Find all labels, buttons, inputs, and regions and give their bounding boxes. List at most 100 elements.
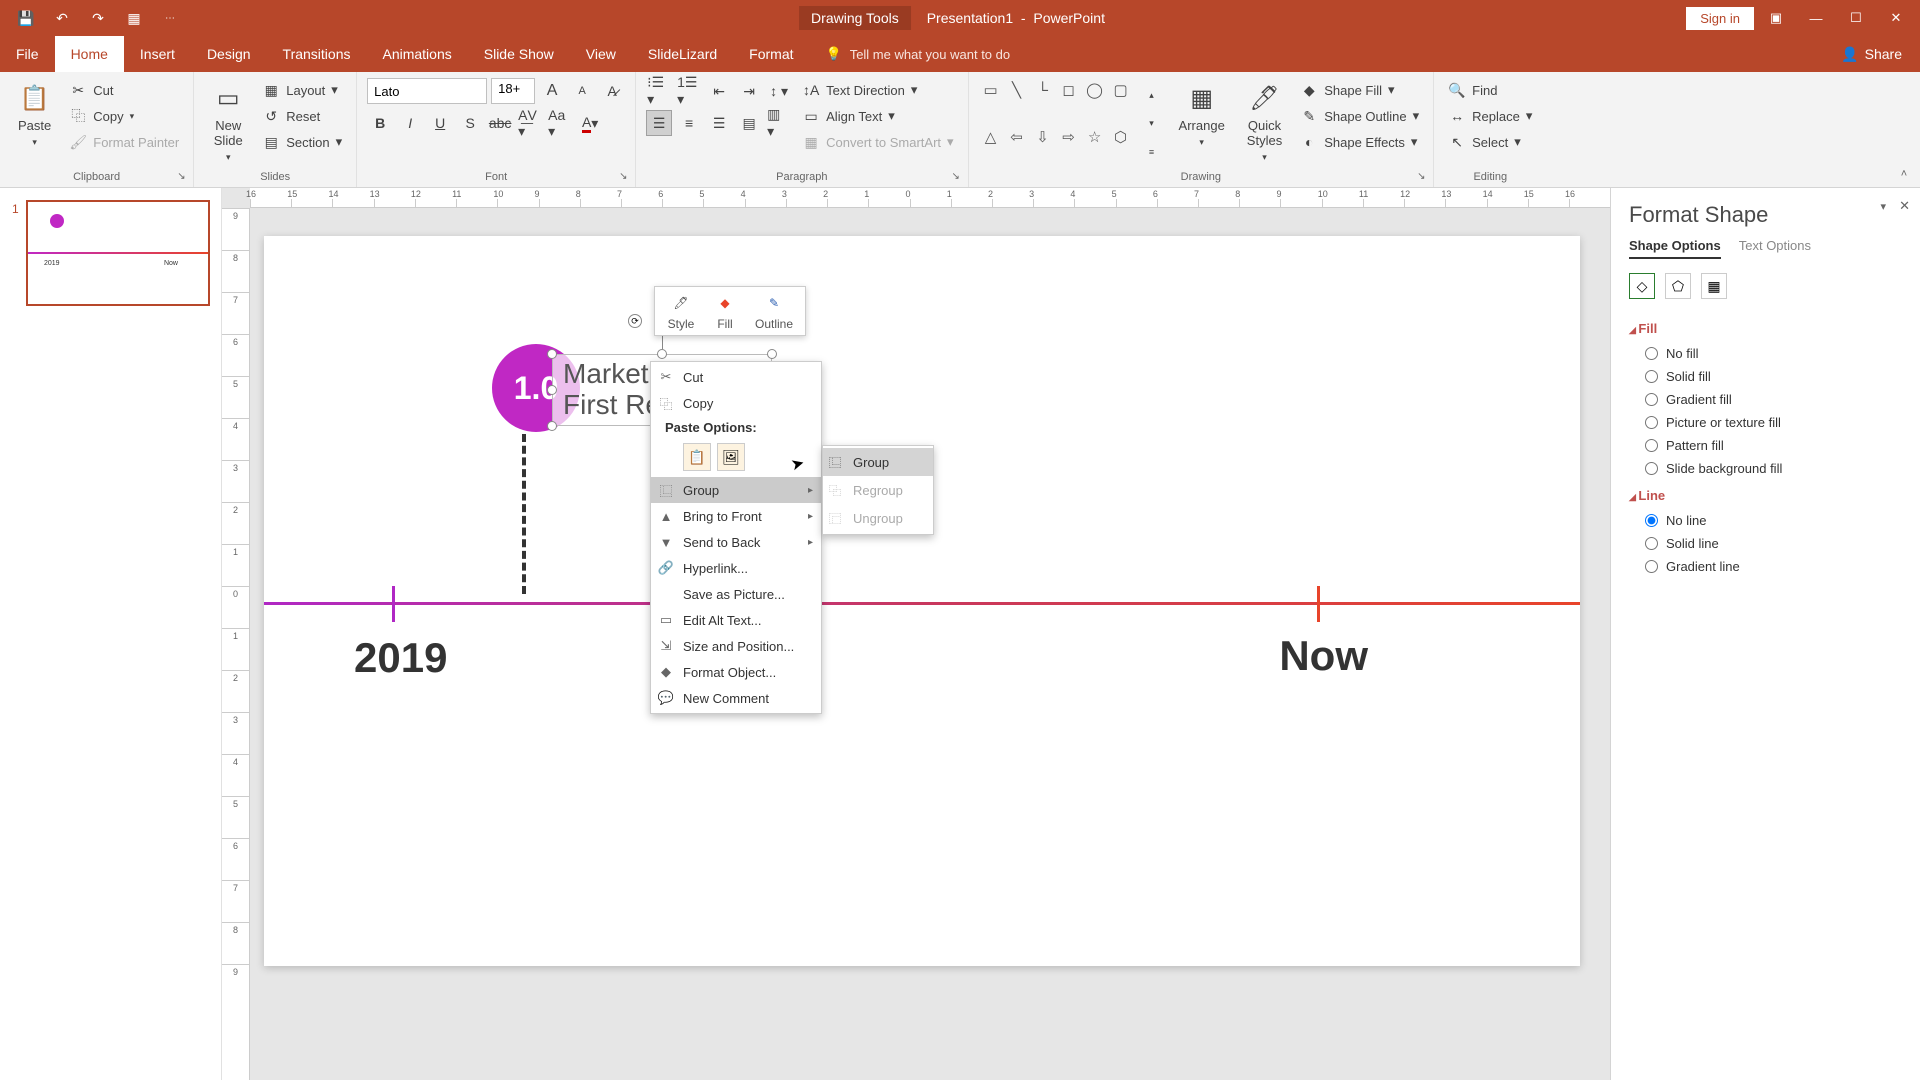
undo-icon[interactable]: ↶ [48, 4, 76, 32]
resize-handle-w[interactable] [547, 385, 557, 395]
shape-square-icon[interactable]: ◻ [1057, 78, 1081, 102]
opt-no-fill[interactable]: No fill [1629, 342, 1902, 365]
char-spacing-button[interactable]: A͟V ▾ [517, 110, 543, 136]
shape-arrow-right-icon[interactable]: ⇨ [1057, 125, 1081, 149]
save-icon[interactable]: 💾 [12, 4, 40, 32]
dialog-launcher-icon[interactable]: ↘ [1417, 171, 1431, 185]
opt-gradient-fill[interactable]: Gradient fill [1629, 388, 1902, 411]
pane-fill-line-icon[interactable]: ◇ [1629, 273, 1655, 299]
collapse-ribbon-icon[interactable]: ˄ [1892, 168, 1916, 182]
opt-no-line[interactable]: No line [1629, 509, 1902, 532]
tab-design[interactable]: Design [191, 36, 267, 72]
shape-hex-icon[interactable]: ⬡ [1109, 125, 1133, 149]
shape-star-icon[interactable]: ☆ [1083, 125, 1107, 149]
tab-view[interactable]: View [570, 36, 632, 72]
paste-option-picture[interactable]: 🖼 [717, 443, 745, 471]
opt-solid-line[interactable]: Solid line [1629, 532, 1902, 555]
pane-size-icon[interactable]: ▦ [1701, 273, 1727, 299]
shape-fill-button[interactable]: ◆Shape Fill ▾ [1296, 78, 1423, 102]
justify-button[interactable]: ▤ [736, 110, 762, 136]
opt-background-fill[interactable]: Slide background fill [1629, 457, 1902, 480]
shrink-font-button[interactable]: A [569, 78, 595, 104]
shapes-scroll-up[interactable]: ▴ [1139, 83, 1165, 109]
timeline-tick-2019[interactable] [392, 586, 395, 622]
ctx-new-comment[interactable]: 💬New Comment [651, 685, 821, 711]
paste-option-theme[interactable]: 📋 [683, 443, 711, 471]
pane-dropdown-icon[interactable]: ▾ [1880, 200, 1886, 213]
opt-solid-fill[interactable]: Solid fill [1629, 365, 1902, 388]
ctx-cut[interactable]: ✂Cut [651, 364, 821, 390]
ctx-save-picture[interactable]: Save as Picture... [651, 581, 821, 607]
align-text-button[interactable]: ▭Align Text ▾ [798, 104, 957, 128]
ctx-size-position[interactable]: ⇲Size and Position... [651, 633, 821, 659]
font-color-button[interactable]: A ▾ [577, 110, 603, 136]
copy-button[interactable]: ⿻Copy ▾ [65, 104, 183, 128]
pane-tab-text[interactable]: Text Options [1739, 238, 1811, 259]
quick-styles-button[interactable]: 🖊 Quick Styles ▾ [1239, 78, 1290, 169]
bullets-button[interactable]: ⁝☰ ▾ [646, 78, 672, 104]
line-spacing-button[interactable]: ↕ ▾ [766, 78, 792, 104]
ctx-alt-text[interactable]: ▭Edit Alt Text... [651, 607, 821, 633]
layout-button[interactable]: ▦Layout ▾ [258, 78, 346, 102]
label-year-now[interactable]: Now [1279, 632, 1368, 680]
replace-button[interactable]: ↔Replace ▾ [1444, 104, 1536, 128]
format-painter-button[interactable]: 🖌Format Painter [65, 130, 183, 154]
opt-picture-fill[interactable]: Picture or texture fill [1629, 411, 1902, 434]
cut-button[interactable]: ✂Cut [65, 78, 183, 102]
shape-arrow-down-icon[interactable]: ⇩ [1031, 125, 1055, 149]
resize-handle-nw[interactable] [547, 349, 557, 359]
grow-font-button[interactable]: A [539, 78, 565, 104]
shape-lline-icon[interactable]: └ [1031, 78, 1055, 102]
mini-style-button[interactable]: 🖊Style [659, 291, 703, 331]
shape-line-icon[interactable]: ╲ [1005, 78, 1029, 102]
shape-circle-icon[interactable]: ◯ [1083, 78, 1107, 102]
sign-in-button[interactable]: Sign in [1686, 7, 1754, 30]
resize-handle-sw[interactable] [547, 421, 557, 431]
section-line[interactable]: Line [1629, 488, 1902, 503]
vertical-ruler[interactable]: 9876543210123456789 [222, 208, 250, 1080]
find-button[interactable]: 🔍Find [1444, 78, 1536, 102]
shapes-more-button[interactable]: ≡ [1139, 139, 1165, 165]
ctx-format-object[interactable]: ◆Format Object... [651, 659, 821, 685]
increase-indent-button[interactable]: ⇥ [736, 78, 762, 104]
maximize-icon[interactable]: ☐ [1838, 3, 1874, 33]
dialog-launcher-icon[interactable]: ↘ [952, 171, 966, 185]
timeline-tick-now[interactable] [1317, 586, 1320, 622]
rotation-handle-icon[interactable]: ⟳ [628, 314, 642, 328]
arrange-button[interactable]: ▦ Arrange ▾ [1171, 78, 1233, 169]
tab-insert[interactable]: Insert [124, 36, 191, 72]
ctx-hyperlink[interactable]: 🔗Hyperlink... [651, 555, 821, 581]
shape-outline-button[interactable]: ✎Shape Outline ▾ [1296, 104, 1423, 128]
opt-pattern-fill[interactable]: Pattern fill [1629, 434, 1902, 457]
sub-group[interactable]: ⿺Group [823, 448, 933, 476]
shapes-scroll-down[interactable]: ▾ [1139, 111, 1165, 137]
start-slideshow-icon[interactable]: ▦ [120, 4, 148, 32]
mini-fill-button[interactable]: ◆Fill [703, 291, 747, 331]
qat-more-icon[interactable]: ⋯ [156, 4, 184, 32]
tab-format[interactable]: Format [733, 36, 809, 72]
pane-tab-shape[interactable]: Shape Options [1629, 238, 1721, 259]
shape-effects-button[interactable]: ◐Shape Effects ▾ [1296, 130, 1423, 154]
change-case-button[interactable]: Aa ▾ [547, 110, 573, 136]
slide-canvas[interactable]: 1.0 ⟳ Market La First Relea ⟳ 2019 Now [264, 236, 1580, 966]
ctx-copy[interactable]: ⿻Copy [651, 390, 821, 416]
slide-thumbnail-1[interactable]: 1 2019 Now [26, 200, 210, 306]
shape-triangle-icon[interactable]: △ [979, 125, 1003, 149]
connector-dashed[interactable] [522, 434, 526, 594]
bold-button[interactable]: B [367, 110, 393, 136]
underline-button[interactable]: U [427, 110, 453, 136]
shapes-gallery[interactable]: ▭ ╲ └ ◻ ◯ ▢ △ ⇦ ⇩ ⇨ ☆ ⬡ [979, 78, 1133, 169]
section-fill[interactable]: Fill [1629, 321, 1902, 336]
tab-home[interactable]: Home [55, 36, 124, 72]
font-name-select[interactable]: Lato [367, 78, 487, 104]
minimize-icon[interactable]: — [1798, 3, 1834, 33]
convert-smartart-button[interactable]: ▦Convert to SmartArt ▾ [798, 130, 957, 154]
columns-button[interactable]: ▥ ▾ [766, 110, 792, 136]
resize-handle-ne[interactable] [767, 349, 777, 359]
dialog-launcher-icon[interactable]: ↘ [619, 171, 633, 185]
timeline-axis[interactable] [264, 602, 1580, 605]
ribbon-display-options-icon[interactable]: ▣ [1758, 3, 1794, 33]
shadow-button[interactable]: S [457, 110, 483, 136]
resize-handle-n[interactable] [657, 349, 667, 359]
section-button[interactable]: ▤Section ▾ [258, 130, 346, 154]
